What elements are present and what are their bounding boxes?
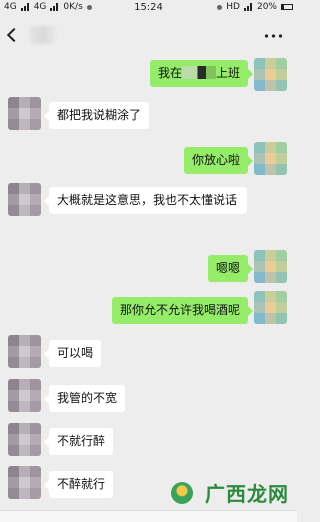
- contact-avatar[interactable]: [8, 466, 41, 499]
- message-bubble-theirs[interactable]: 不醉就行: [43, 471, 114, 498]
- battery-percent: 20%: [256, 2, 277, 12]
- title-bar: [0, 17, 297, 55]
- contact-avatar[interactable]: [8, 335, 41, 368]
- message-bubble-theirs[interactable]: 大概就是这意思，我也不太懂说话: [44, 187, 247, 214]
- contact-name-redacted: [30, 26, 56, 44]
- battery-icon: [281, 4, 293, 10]
- input-bar[interactable]: [0, 510, 297, 522]
- chat-area[interactable]: 我在 上班 都把我说糊涂了 你放心啦 大概就是这意思，我也不太懂说话 嗯嗯 那你允…: [0, 55, 297, 522]
- redacted-text: [181, 66, 216, 79]
- message-bubble-mine[interactable]: 那你允不允许我喝酒呢: [111, 297, 254, 324]
- message-bubble-theirs[interactable]: 可以喝: [43, 340, 102, 367]
- my-avatar[interactable]: [254, 291, 287, 324]
- more-icon[interactable]: [263, 34, 283, 38]
- status-right: HD 20%: [217, 2, 293, 12]
- back-arrow-icon[interactable]: [6, 27, 22, 43]
- my-avatar[interactable]: [254, 142, 287, 175]
- alarm-icon: [217, 4, 223, 10]
- contact-avatar[interactable]: [8, 97, 41, 130]
- signal-icon: [243, 3, 253, 11]
- watermark-logo-icon: [171, 482, 193, 504]
- message-bubble-mine[interactable]: 你放心啦: [183, 147, 254, 174]
- message-bubble-theirs[interactable]: 我管的不宽: [43, 385, 126, 412]
- contact-avatar[interactable]: [8, 379, 41, 412]
- message-bubble-mine[interactable]: 我在 上班: [149, 60, 254, 87]
- watermark-text: 广西龙网: [205, 482, 289, 506]
- contact-avatar[interactable]: [8, 183, 41, 216]
- status-bar: 4G 4G 0K/s 15:24 HD 20%: [0, 0, 297, 17]
- contact-avatar[interactable]: [8, 423, 41, 456]
- hd-indicator: HD: [226, 2, 240, 12]
- my-avatar[interactable]: [254, 58, 287, 91]
- message-bubble-theirs[interactable]: 不就行醉: [43, 428, 114, 455]
- message-bubble-mine[interactable]: 嗯嗯: [207, 255, 254, 282]
- my-avatar[interactable]: [254, 250, 287, 283]
- message-bubble-theirs[interactable]: 都把我说糊涂了: [43, 102, 150, 129]
